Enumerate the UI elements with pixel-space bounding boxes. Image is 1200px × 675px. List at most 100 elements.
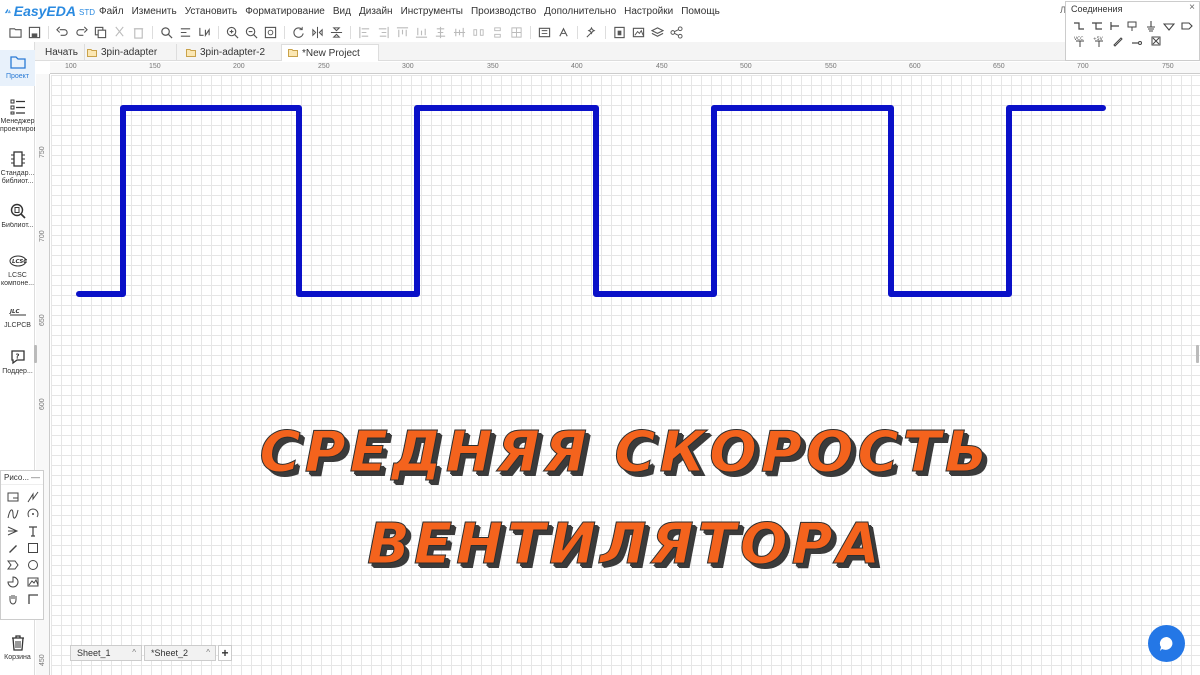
design-check-icon[interactable] [585, 26, 598, 39]
menu-tools[interactable]: Инструменты [397, 6, 467, 17]
tab-label: 3pin-adapter-2 [200, 47, 266, 58]
tab-new-project[interactable]: *New Project [281, 44, 379, 61]
image-icon[interactable] [632, 26, 645, 39]
plus-5v-flag-icon[interactable]: +5V [1092, 34, 1105, 47]
delete-icon[interactable] [132, 26, 145, 39]
sidebar-item-support[interactable]: ? Поддер... [0, 348, 35, 382]
arrow-icon[interactable] [5, 523, 21, 538]
fit-view-icon[interactable] [264, 26, 277, 39]
arc-icon[interactable] [25, 506, 41, 521]
menu-design[interactable]: Дизайн [355, 6, 397, 17]
zoom-in-icon[interactable] [226, 26, 239, 39]
vcc-flag-icon[interactable]: VCC [1073, 34, 1086, 47]
sidebar-resize-handle[interactable] [34, 345, 37, 363]
rotate-icon[interactable] [292, 26, 305, 39]
open-icon[interactable] [9, 26, 22, 39]
align-middle-icon[interactable] [453, 26, 466, 39]
tab-3pin-adapter-2[interactable]: 3pin-adapter-2 [180, 44, 282, 61]
save-icon[interactable] [28, 26, 41, 39]
app-logo[interactable]: EasyEDA STD [0, 3, 95, 19]
sidebar-item-trash[interactable]: Корзина [0, 634, 35, 668]
align-bottom-icon[interactable] [415, 26, 428, 39]
picture-icon[interactable] [25, 574, 41, 589]
wire-polyline[interactable] [76, 105, 1106, 297]
bus-icon[interactable] [1091, 19, 1103, 32]
chevron-up-icon[interactable]: ^ [206, 648, 210, 657]
sidebar-item-project[interactable]: Проект [0, 50, 35, 86]
align-grid-icon[interactable] [510, 26, 523, 39]
toolbar-separator [530, 25, 531, 39]
export-image-icon[interactable] [613, 26, 626, 39]
sidebar-item-project-manager[interactable]: Менеджер проектиров [0, 98, 35, 140]
pie-icon[interactable] [5, 574, 21, 589]
text-align-icon[interactable] [198, 26, 211, 39]
layers-icon[interactable] [651, 26, 664, 39]
menu-help[interactable]: Помощь [677, 6, 724, 17]
align-top-icon[interactable] [396, 26, 409, 39]
flip-horizontal-icon[interactable] [311, 26, 324, 39]
distribute-horizontal-icon[interactable] [472, 26, 485, 39]
align-center-icon[interactable] [434, 26, 447, 39]
menu-edit[interactable]: Изменить [128, 6, 181, 17]
chevron-up-icon[interactable]: ^ [132, 648, 136, 657]
distribute-vertical-icon[interactable] [491, 26, 504, 39]
pin-icon[interactable] [1130, 34, 1143, 47]
align-left-icon[interactable] [358, 26, 371, 39]
menu-place[interactable]: Установить [181, 6, 242, 17]
align-right-icon[interactable] [377, 26, 390, 39]
net-label-icon[interactable] [1127, 19, 1139, 32]
undo-icon[interactable] [56, 26, 69, 39]
wire-icon[interactable] [1073, 19, 1085, 32]
menu-view[interactable]: Вид [329, 6, 355, 17]
menu-settings[interactable]: Настройки [620, 6, 677, 17]
square-wave-wire[interactable] [51, 75, 1200, 675]
ground-icon[interactable] [1163, 19, 1175, 32]
image-frame-icon[interactable] [5, 489, 21, 504]
text-icon[interactable] [25, 523, 41, 538]
drawing-tools-minimize-button[interactable]: — [31, 472, 40, 482]
easyeda-logo-icon [4, 8, 11, 14]
find-similar-icon[interactable] [179, 26, 192, 39]
flip-vertical-icon[interactable] [330, 26, 343, 39]
freehand-icon[interactable] [5, 540, 21, 555]
add-sheet-button[interactable]: + [218, 645, 232, 661]
menu-fabrication[interactable]: Производство [467, 6, 540, 17]
schematic-canvas[interactable]: СРЕДНЯЯ СКОРОСТЬ ВЕНТИЛЯТОРА [51, 75, 1200, 675]
no-connect-icon[interactable] [1149, 34, 1162, 47]
redo-icon[interactable] [75, 26, 88, 39]
menu-format[interactable]: Форматирование [241, 6, 329, 17]
polygon-icon[interactable] [5, 557, 21, 572]
origin-icon[interactable] [25, 591, 41, 606]
connections-panel-close-button[interactable]: × [1189, 2, 1195, 13]
zoom-out-icon[interactable] [245, 26, 258, 39]
folder-icon [288, 49, 298, 57]
sidebar-item-label: Проект [5, 73, 30, 80]
bezier-icon[interactable] [5, 506, 21, 521]
menu-advanced[interactable]: Дополнительно [540, 6, 620, 17]
tab-3pin-adapter[interactable]: 3pin-adapter [81, 44, 177, 61]
ellipse-icon[interactable] [25, 557, 41, 572]
net-flag-icon[interactable] [1145, 19, 1157, 32]
search-icon[interactable] [160, 26, 173, 39]
menu-file[interactable]: Файл [95, 6, 128, 17]
sidebar-item-lcsc-components[interactable]: LCSC LCSC компоне... [0, 252, 35, 294]
bom-icon[interactable] [538, 26, 551, 39]
pencil-icon[interactable] [1111, 34, 1124, 47]
tab-start[interactable]: Начать [39, 44, 85, 61]
right-panel-resize-handle[interactable] [1196, 345, 1199, 363]
copy-icon[interactable] [94, 26, 107, 39]
sidebar-item-jlcpcb[interactable]: JLC JLCPCB [0, 302, 35, 336]
bus-entry-icon[interactable] [1109, 19, 1121, 32]
rectangle-icon[interactable] [25, 540, 41, 555]
net-port-icon[interactable] [1181, 19, 1193, 32]
polyline-icon[interactable] [25, 489, 41, 504]
sheet-tab-1[interactable]: Sheet_1 ^ [70, 645, 142, 661]
pan-hand-icon[interactable] [5, 591, 21, 606]
sidebar-item-standard-library[interactable]: Стандар... библиот... [0, 150, 35, 192]
sidebar-item-library[interactable]: Библиот... [0, 202, 35, 236]
share-icon[interactable] [670, 25, 683, 39]
convert-to-pcb-icon[interactable] [557, 26, 570, 39]
chat-support-button[interactable] [1148, 625, 1185, 662]
sheet-tab-2[interactable]: *Sheet_2 ^ [144, 645, 216, 661]
cut-icon[interactable] [113, 26, 126, 39]
